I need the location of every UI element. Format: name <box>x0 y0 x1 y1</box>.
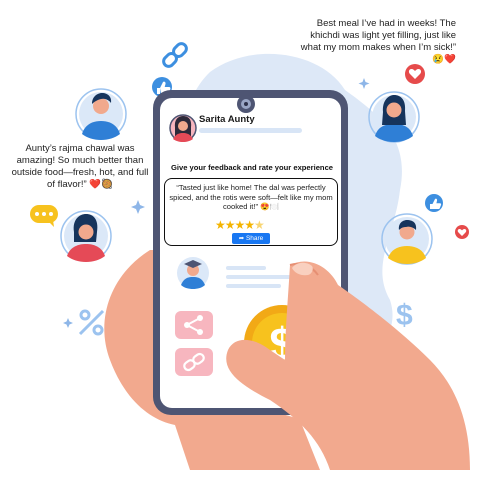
percent-icon <box>78 309 105 336</box>
avatar <box>60 210 112 262</box>
share-icon[interactable] <box>175 311 213 339</box>
profile-name: Sarita Aunty <box>199 114 255 125</box>
content-line <box>226 284 281 288</box>
half-star-icon: ★ <box>254 218 265 232</box>
link-icon[interactable] <box>175 348 213 376</box>
review-card: “Tasted just like home! The dal was perf… <box>164 178 338 246</box>
avatar <box>169 114 197 142</box>
avatar <box>368 91 420 143</box>
review-text: “Tasted just like home! The dal was perf… <box>169 183 333 211</box>
avatar <box>381 213 433 265</box>
star-rating: ★★★★★ <box>215 218 265 232</box>
profile-subtitle-bar <box>199 128 302 133</box>
illustration: $ $ <box>30 42 470 470</box>
share-button[interactable]: ➦ Share <box>232 233 270 244</box>
testimonial-quote: Best meal I’ve had in weeks! The khichdi… <box>300 18 456 65</box>
star-icon: ★★★★ <box>215 218 255 232</box>
avatar <box>75 88 127 140</box>
link-icon <box>162 42 188 68</box>
share-button-label: Share <box>245 235 264 242</box>
heart-icon <box>455 225 469 239</box>
phone-camera <box>244 102 248 106</box>
content-line <box>226 275 296 279</box>
avatar <box>177 257 209 289</box>
dollar-icon: $ <box>396 299 413 332</box>
chat-dots-icon <box>30 205 58 227</box>
share-arrow-icon: ➦ <box>238 235 246 242</box>
thumbs-up-icon <box>425 194 443 212</box>
content-line <box>226 266 266 270</box>
testimonial-quote: Aunty’s rajma chawal was amazing! So muc… <box>11 143 149 190</box>
heart-icon <box>405 64 425 84</box>
feedback-title: Give your feedback and rate your experie… <box>170 163 334 172</box>
